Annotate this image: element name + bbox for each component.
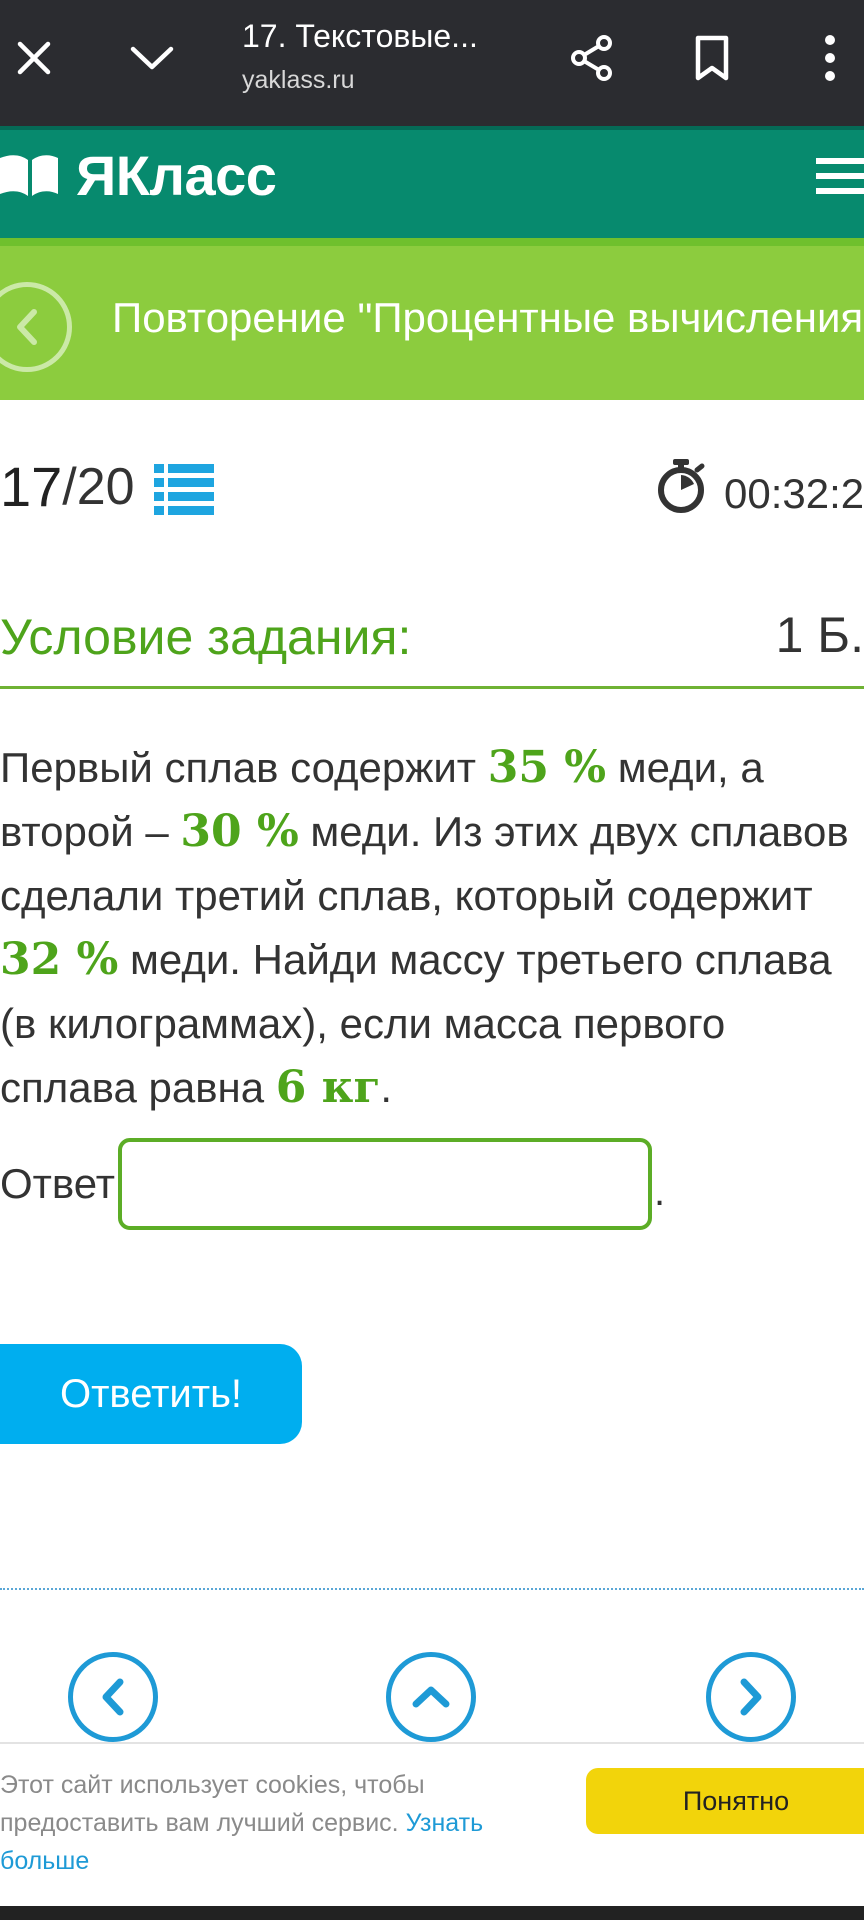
chevron-left-icon: [102, 1678, 124, 1716]
chevron-down-icon[interactable]: [112, 18, 192, 98]
section-title-bar: Повторение "Процентные вычисления": [0, 246, 864, 400]
answer-input[interactable]: [118, 1138, 652, 1230]
page-url[interactable]: yaklass.ru: [242, 66, 355, 95]
value-30-percent: 30 %: [180, 806, 299, 857]
chevron-right-icon: [740, 1678, 762, 1716]
header-divider: [0, 238, 864, 246]
value-32-percent: 32 %: [0, 934, 119, 985]
share-icon[interactable]: [552, 18, 632, 98]
tab-title[interactable]: 17. Текстовые...: [242, 18, 478, 55]
close-icon[interactable]: [0, 18, 74, 98]
answer-suffix: .: [654, 1170, 666, 1214]
site-logo[interactable]: ЯКласс: [0, 140, 277, 210]
browser-toolbar: 17. Текстовые... yaklass.ru: [0, 0, 864, 126]
logo-text: ЯКласс: [76, 143, 277, 207]
chevron-up-icon: [412, 1686, 450, 1708]
task-list-icon[interactable]: [154, 462, 214, 521]
back-button[interactable]: [0, 282, 72, 372]
heading-divider: [0, 686, 864, 689]
task-total: /20: [62, 457, 135, 516]
value-6-kg: 6 кг: [275, 1062, 381, 1113]
task-text: Первый сплав содержит 35 % меди, а второ…: [0, 742, 849, 1113]
task-current: 17: [0, 455, 63, 518]
hamburger-menu-icon[interactable]: [804, 152, 864, 200]
dotted-divider: [0, 1588, 864, 1590]
scroll-top-button[interactable]: [386, 1652, 476, 1742]
next-task-button[interactable]: [706, 1652, 796, 1742]
answer-label: Ответ:: [0, 1160, 127, 1207]
site-header: ЯКласс: [0, 126, 864, 238]
book-logo-icon: [0, 155, 58, 196]
accept-cookies-button[interactable]: Понятно: [586, 1768, 864, 1834]
task-counter: 17/20: [0, 454, 135, 519]
timer-value: 00:32:27: [724, 470, 864, 517]
task-heading: Условие задания:: [0, 609, 412, 665]
cookie-banner: Этот сайт использует cookies, чтобы пред…: [0, 1742, 864, 1906]
stopwatch-icon: [656, 458, 706, 519]
bookmark-icon[interactable]: [672, 18, 752, 98]
value-35-percent: 35 %: [487, 742, 607, 793]
more-vert-icon[interactable]: [790, 18, 864, 98]
section-title: Повторение "Процентные вычисления": [112, 294, 864, 341]
previous-task-button[interactable]: [68, 1652, 158, 1742]
task-points: 1 Б.: [775, 607, 864, 663]
chevron-left-icon: [17, 309, 37, 345]
submit-answer-button[interactable]: Ответить!: [0, 1344, 302, 1444]
system-nav-bar: [0, 1906, 864, 1920]
cookie-text: Этот сайт использует cookies, чтобы пред…: [0, 1771, 484, 1875]
